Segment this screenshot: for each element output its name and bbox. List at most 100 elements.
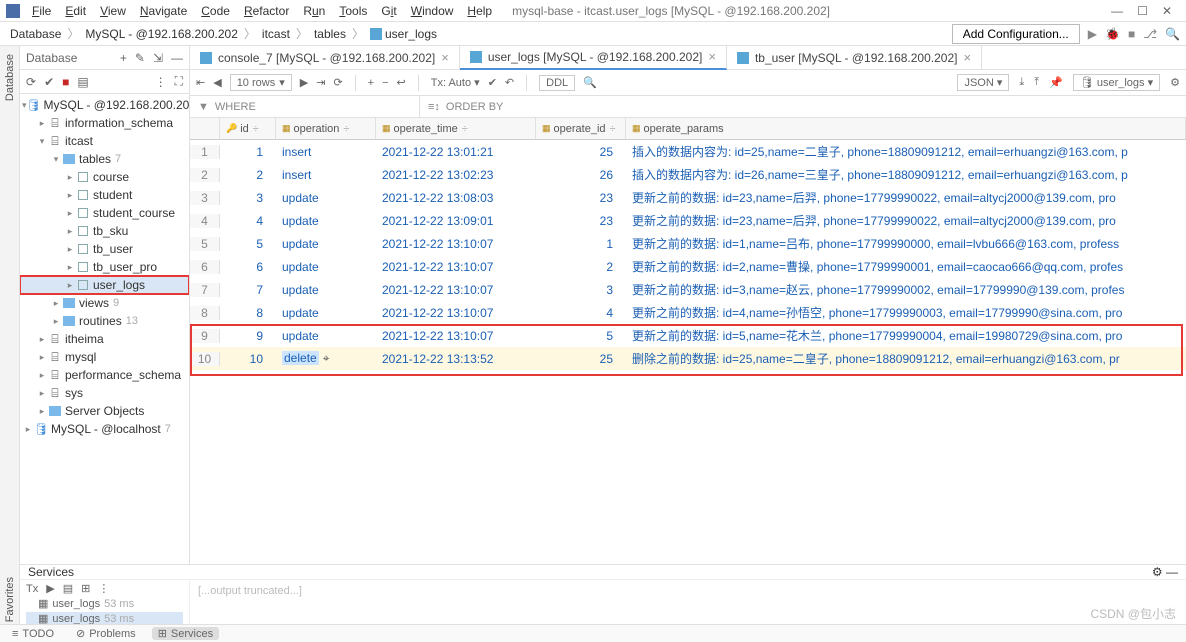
search-icon[interactable]: 🔍 bbox=[1165, 27, 1180, 41]
menu-code[interactable]: Code bbox=[195, 2, 236, 20]
status-todo[interactable]: ≡ TODO bbox=[6, 628, 60, 640]
table-row[interactable]: 55update2021-12-22 13:10:071更新之前的数据: id=… bbox=[190, 232, 1186, 255]
tree-server-objects[interactable]: ▸Server Objects bbox=[20, 402, 189, 420]
svc-group-icon[interactable]: ⊞ bbox=[81, 582, 90, 595]
col-operation[interactable]: ▦operation÷ bbox=[276, 118, 376, 139]
maximize-icon[interactable]: ☐ bbox=[1137, 4, 1148, 18]
tree-mysql-schema[interactable]: ▸⌸mysql bbox=[20, 348, 189, 366]
svc-filter-icon[interactable]: ▤ bbox=[63, 582, 73, 595]
target-table[interactable]: 🛢 user_logs ▾ bbox=[1073, 74, 1160, 91]
table-row[interactable]: 22insert2021-12-22 13:02:2326插入的数据内容为: i… bbox=[190, 163, 1186, 186]
tab-tb-user[interactable]: tb_user [MySQL - @192.168.200.202]× bbox=[727, 46, 982, 70]
tree-table-tb-user-pro[interactable]: ▸tb_user_pro bbox=[20, 258, 189, 276]
add-icon[interactable]: + bbox=[120, 51, 127, 65]
col-operate-id[interactable]: ▦operate_id÷ bbox=[536, 118, 626, 139]
expand-icon[interactable]: ⛶ bbox=[175, 74, 183, 89]
tree-mysql-root[interactable]: ▾🛢MySQL - @192.168.200.202 bbox=[20, 96, 189, 114]
rollback-icon[interactable]: ↶ bbox=[505, 76, 514, 89]
sync-icon[interactable]: ✔ bbox=[44, 75, 54, 89]
crumb-userlogs[interactable]: user_logs bbox=[366, 27, 441, 41]
ddl-button[interactable]: DDL bbox=[539, 75, 575, 91]
close-icon[interactable]: ✕ bbox=[1162, 4, 1172, 18]
delete-row-icon[interactable]: − bbox=[382, 77, 388, 89]
services-settings-icon[interactable]: ⚙ — bbox=[1152, 565, 1178, 579]
collapse-icon[interactable]: ⇲ bbox=[153, 51, 163, 65]
more-icon[interactable]: ⋮ bbox=[155, 75, 167, 89]
menu-file[interactable]: File bbox=[26, 2, 57, 20]
table-row[interactable]: 77update2021-12-22 13:10:073更新之前的数据: id=… bbox=[190, 278, 1186, 301]
menu-edit[interactable]: Edit bbox=[59, 2, 92, 20]
menu-run[interactable]: Run bbox=[297, 2, 331, 20]
tree-itheima[interactable]: ▸⌸itheima bbox=[20, 330, 189, 348]
where-filter[interactable]: ▼WHERE bbox=[190, 96, 420, 117]
orderby-filter[interactable]: ≡↕ORDER BY bbox=[420, 96, 511, 117]
tree-tables-folder[interactable]: ▾tables7 bbox=[20, 150, 189, 168]
run-icon[interactable]: ▶ bbox=[1088, 27, 1097, 41]
stop-db-icon[interactable]: ■ bbox=[62, 75, 69, 89]
table-row[interactable]: 88update2021-12-22 13:10:074更新之前的数据: id=… bbox=[190, 301, 1186, 324]
tree-table-tb-sku[interactable]: ▸tb_sku bbox=[20, 222, 189, 240]
crumb-mysql[interactable]: MySQL - @192.168.200.202 bbox=[81, 27, 242, 41]
filter-db-icon[interactable]: ▤ bbox=[77, 75, 88, 89]
tree-itcast[interactable]: ▾⌸itcast bbox=[20, 132, 189, 150]
tab-close-icon[interactable]: × bbox=[441, 50, 449, 65]
stop-icon[interactable]: ■ bbox=[1128, 27, 1135, 41]
tx-mode[interactable]: Tx: Auto ▾ bbox=[431, 76, 480, 89]
rail-database[interactable]: Database bbox=[4, 50, 16, 105]
minimize-icon[interactable]: — bbox=[1111, 4, 1123, 18]
add-row-icon[interactable]: + bbox=[368, 77, 374, 89]
tree-routines-folder[interactable]: ▸routines13 bbox=[20, 312, 189, 330]
crumb-tables[interactable]: tables bbox=[310, 27, 350, 41]
tree-information-schema[interactable]: ▸⌸information_schema bbox=[20, 114, 189, 132]
debug-icon[interactable]: 🐞 bbox=[1105, 27, 1120, 41]
table-row[interactable]: 33update2021-12-22 13:08:0323更新之前的数据: id… bbox=[190, 186, 1186, 209]
tab-user-logs[interactable]: user_logs [MySQL - @192.168.200.202]× bbox=[460, 46, 727, 70]
tree-table-course[interactable]: ▸course bbox=[20, 168, 189, 186]
col-id[interactable]: 🔑id÷ bbox=[220, 118, 276, 139]
tree-table-student[interactable]: ▸student bbox=[20, 186, 189, 204]
menu-view[interactable]: View bbox=[94, 2, 132, 20]
tab-close-icon[interactable]: × bbox=[708, 49, 716, 64]
svc-more-icon[interactable]: ⋮ bbox=[98, 582, 109, 595]
crumb-database[interactable]: Database bbox=[6, 27, 65, 41]
col-operate-params[interactable]: ▦operate_params bbox=[626, 118, 1186, 139]
svc-item-1[interactable]: ▦ user_logs 53 ms bbox=[26, 597, 183, 610]
col-operate-time[interactable]: ▦operate_time÷ bbox=[376, 118, 536, 139]
menu-window[interactable]: Window bbox=[405, 2, 460, 20]
view-mode[interactable]: JSON ▾ bbox=[957, 74, 1009, 91]
table-row[interactable]: 44update2021-12-22 13:09:0123更新之前的数据: id… bbox=[190, 209, 1186, 232]
tx-icon[interactable]: Tx bbox=[26, 583, 38, 595]
tab-close-icon[interactable]: × bbox=[963, 50, 971, 65]
tree-performance-schema[interactable]: ▸⌸performance_schema bbox=[20, 366, 189, 384]
import-icon[interactable]: ⤒ bbox=[1034, 76, 1039, 89]
tree-table-user-logs[interactable]: ▸user_logs bbox=[20, 276, 189, 294]
revert-icon[interactable]: ↩ bbox=[397, 76, 406, 89]
reload-icon[interactable]: ⟳ bbox=[333, 76, 342, 89]
hide-panel-icon[interactable]: — bbox=[171, 51, 183, 65]
tree-table-tb-user[interactable]: ▸tb_user bbox=[20, 240, 189, 258]
menu-help[interactable]: Help bbox=[461, 2, 498, 20]
table-row[interactable]: 1010delete⌖2021-12-22 13:13:5225删除之前的数据:… bbox=[190, 347, 1186, 370]
menu-navigate[interactable]: Navigate bbox=[134, 2, 193, 20]
panel-settings-icon[interactable]: ✎ bbox=[135, 51, 145, 65]
selected-cell-value[interactable]: delete bbox=[282, 351, 319, 365]
next-page-icon[interactable]: ▶ bbox=[300, 76, 308, 89]
menu-tools[interactable]: Tools bbox=[333, 2, 373, 20]
first-page-icon[interactable]: ⇤ bbox=[196, 76, 205, 89]
tree-views-folder[interactable]: ▸views9 bbox=[20, 294, 189, 312]
grid-settings-icon[interactable]: ⚙ bbox=[1170, 76, 1180, 89]
table-row[interactable]: 99update2021-12-22 13:10:075更新之前的数据: id=… bbox=[190, 324, 1186, 347]
rows-count[interactable]: 10 rows▾ bbox=[230, 74, 292, 91]
prev-page-icon[interactable]: ◀ bbox=[213, 76, 221, 89]
last-page-icon[interactable]: ⇥ bbox=[316, 76, 325, 89]
export-icon[interactable]: ⤓ bbox=[1019, 76, 1024, 89]
pin-icon[interactable]: 📌 bbox=[1049, 76, 1063, 89]
add-configuration-button[interactable]: Add Configuration... bbox=[952, 24, 1080, 44]
menu-git[interactable]: Git bbox=[375, 2, 402, 20]
tree-sys[interactable]: ▸⌸sys bbox=[20, 384, 189, 402]
git-icon[interactable]: ⎇ bbox=[1143, 27, 1157, 41]
tree-mysql-localhost[interactable]: ▸🛢MySQL - @localhost7 bbox=[20, 420, 189, 438]
crumb-itcast[interactable]: itcast bbox=[258, 27, 294, 41]
commit-icon[interactable]: ✔ bbox=[488, 76, 497, 89]
refresh-icon[interactable]: ⟳ bbox=[26, 75, 36, 89]
